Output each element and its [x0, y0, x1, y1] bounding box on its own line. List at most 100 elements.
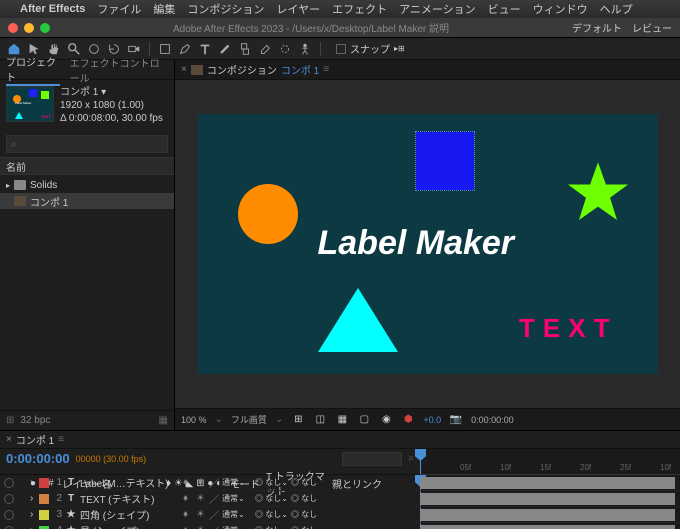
menu-effect[interactable]: エフェクト	[332, 1, 387, 17]
circle-shape[interactable]	[238, 184, 298, 244]
shy-switch[interactable]: ♦	[183, 525, 193, 529]
layer-bar[interactable]	[420, 525, 675, 529]
layer-row[interactable]: › 2 T TEXT (テキスト) ♦ ☀ ／ 通常⌄ ◎ なし⌄ ◎ なし	[0, 491, 420, 507]
zoom-dropdown[interactable]: 100 %	[181, 415, 207, 425]
layer-name[interactable]: 星 (シェイプ)	[80, 523, 180, 529]
quality-switch[interactable]: ／	[209, 491, 219, 506]
menu-composition[interactable]: コンポジション	[187, 1, 264, 17]
label-color[interactable]	[39, 526, 49, 529]
track-matte[interactable]: ◎ なし⌄	[255, 477, 288, 488]
time-ruler[interactable]: 05f 10f 15f 20f 25f 10f	[420, 449, 680, 475]
label-color[interactable]	[39, 510, 49, 520]
timeline-tab[interactable]: コンポ 1	[16, 432, 54, 447]
solids-folder[interactable]: ▸ Solids	[0, 177, 174, 193]
layer-row[interactable]: › 1 T Label M…テキスト) ♦ ☀ ／ 通常⌄ ◎ なし⌄ ◎ なし	[0, 475, 420, 491]
layer-bar[interactable]	[420, 509, 675, 521]
timeline-search-input[interactable]	[342, 452, 402, 466]
quality-switch[interactable]: ／	[209, 523, 219, 529]
3d-icon[interactable]: ⬢	[401, 413, 415, 427]
menu-edit[interactable]: 編集	[153, 1, 175, 17]
preview-timecode[interactable]: 0:00:00:00	[471, 415, 514, 425]
snap-checkbox[interactable]	[336, 44, 346, 54]
layer-bar[interactable]	[420, 477, 675, 489]
snapshot-icon[interactable]: 📷	[449, 413, 463, 427]
menu-help[interactable]: ヘルプ	[600, 1, 633, 17]
viewer-tab[interactable]: × コンポジション コンポ 1 ≡	[181, 62, 329, 77]
close-window-button[interactable]	[8, 23, 18, 33]
visibility-toggle[interactable]	[4, 526, 14, 529]
clone-tool-icon[interactable]	[237, 41, 253, 57]
collapse-switch[interactable]: ☀	[196, 509, 206, 520]
collapse-switch[interactable]: ☀	[196, 493, 206, 504]
shy-switch[interactable]: ♦	[183, 493, 193, 504]
layer-row[interactable]: › 4 ★ 星 (シェイプ) ♦ ☀ ／ 通常⌄ ◎ なし⌄ ◎ なし	[0, 523, 420, 529]
mask-icon[interactable]: ◫	[313, 413, 327, 427]
roto-tool-icon[interactable]	[277, 41, 293, 57]
playhead[interactable]	[420, 449, 421, 474]
shy-switch[interactable]: ♦	[183, 477, 193, 488]
comp-name[interactable]: コンポ 1 ▾	[60, 86, 163, 99]
toggle-alpha-icon[interactable]: ▦	[335, 413, 349, 427]
app-name[interactable]: After Effects	[20, 3, 85, 15]
grid-icon[interactable]: ⊞	[291, 413, 305, 427]
project-search-input[interactable]: ⌕	[6, 135, 168, 153]
visibility-toggle[interactable]	[4, 494, 14, 504]
shy-switch[interactable]: ♦	[183, 509, 193, 520]
text-tool-icon[interactable]	[197, 41, 213, 57]
layer-row[interactable]: › 3 ★ 四角 (シェイプ) ♦ ☀ ／ 通常⌄ ◎ なし⌄ ◎ なし	[0, 507, 420, 523]
track-matte[interactable]: ◎ なし⌄	[255, 525, 288, 529]
track-row[interactable]	[420, 491, 680, 507]
layer-name[interactable]: Label M…テキスト)	[80, 475, 180, 490]
workspace-review[interactable]: レビュー	[632, 20, 672, 35]
blend-mode[interactable]: 通常⌄	[222, 477, 252, 488]
bpc-button[interactable]: 32 bpc	[20, 415, 50, 426]
blend-mode[interactable]: 通常⌄	[222, 493, 252, 504]
visibility-toggle[interactable]	[4, 478, 14, 488]
track-matte[interactable]: ◎ なし⌄	[255, 493, 288, 504]
label-text-layer[interactable]: Label Maker	[318, 224, 515, 263]
brush-tool-icon[interactable]	[217, 41, 233, 57]
collapse-switch[interactable]: ☀	[196, 477, 206, 488]
pen-tool-icon[interactable]	[177, 41, 193, 57]
menu-animation[interactable]: アニメーション	[399, 1, 476, 17]
canvas-area[interactable]: Label Maker TEXT	[175, 80, 680, 408]
quality-switch[interactable]: ／	[209, 507, 219, 522]
parent-link[interactable]: ◎ なし	[291, 477, 317, 488]
comp-item[interactable]: ▸ コンポ 1	[0, 193, 174, 209]
parent-link[interactable]: ◎ なし	[291, 509, 317, 520]
track-row[interactable]	[420, 507, 680, 523]
label-color[interactable]	[39, 478, 49, 488]
menu-view[interactable]: ビュー	[488, 1, 521, 17]
snap-options-icon[interactable]: ▸⊞	[394, 44, 405, 53]
collapse-switch[interactable]: ☀	[196, 525, 206, 529]
exposure-value[interactable]: +0.0	[423, 415, 441, 425]
label-color[interactable]	[39, 494, 49, 504]
maximize-window-button[interactable]	[40, 23, 50, 33]
name-column-header[interactable]: 名前	[6, 159, 26, 174]
menu-window[interactable]: ウィンドウ	[533, 1, 588, 17]
triangle-shape[interactable]	[318, 288, 398, 352]
layer-name[interactable]: TEXT (テキスト)	[80, 491, 180, 506]
interpret-icon[interactable]: ⊞	[6, 415, 14, 426]
parent-link[interactable]: ◎ なし	[291, 493, 317, 504]
region-icon[interactable]: ▢	[357, 413, 371, 427]
expand-icon[interactable]: ▸	[6, 181, 10, 190]
text-layer[interactable]: TEXT	[519, 313, 617, 344]
track-area[interactable]	[420, 475, 680, 529]
channel-icon[interactable]: ◉	[379, 413, 393, 427]
workspace-default[interactable]: デフォルト	[572, 20, 622, 35]
layer-name[interactable]: 四角 (シェイプ)	[80, 507, 180, 522]
current-timecode[interactable]: 0:00:00:00	[6, 451, 70, 466]
puppet-tool-icon[interactable]	[297, 41, 313, 57]
track-row[interactable]	[420, 523, 680, 529]
minimize-window-button[interactable]	[24, 23, 34, 33]
star-shape[interactable]	[560, 156, 636, 235]
composition-canvas[interactable]: Label Maker TEXT	[198, 114, 658, 374]
visibility-toggle[interactable]	[4, 510, 14, 520]
menu-layer[interactable]: レイヤー	[276, 1, 320, 17]
blend-mode[interactable]: 通常⌄	[222, 509, 252, 520]
track-row[interactable]	[420, 475, 680, 491]
blend-mode[interactable]: 通常⌄	[222, 525, 252, 529]
quality-switch[interactable]: ／	[209, 475, 219, 490]
parent-link[interactable]: ◎ なし	[291, 525, 317, 529]
